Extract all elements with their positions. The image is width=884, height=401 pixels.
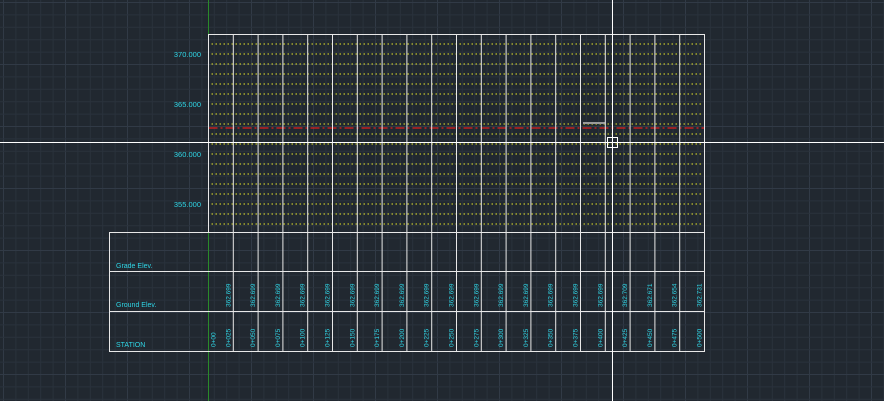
- station-value: 0+275: [473, 328, 480, 347]
- elevation-label: 355.000: [174, 200, 201, 209]
- station-value: 0+075: [275, 328, 282, 347]
- station-value: 0+100: [300, 328, 307, 347]
- ground-elevation-value: 362.699: [349, 283, 356, 307]
- elevation-label: 365.000: [174, 100, 201, 109]
- station-value: 0+450: [647, 328, 654, 347]
- station-value: 0+375: [573, 328, 580, 347]
- elevation-label: 360.000: [174, 150, 201, 159]
- cad-drawing-viewport[interactable]: 370.000 365.000 360.000 355.000 Grade Elev.…: [0, 0, 884, 401]
- ground-elevation-value: 362.699: [225, 283, 232, 307]
- grade-elev-row-label: Grade Elev.: [116, 263, 152, 270]
- ground-elevation-value: 362.699: [597, 283, 604, 307]
- ground-elevation-value: 362.654: [672, 283, 679, 307]
- station-value: 0+500: [697, 328, 704, 347]
- station-value: 0+025: [225, 328, 232, 347]
- background-grid: [0, 0, 884, 401]
- station-value: 0+050: [250, 328, 257, 347]
- station-value: 0+200: [399, 328, 406, 347]
- station-value: 0+350: [548, 328, 555, 347]
- ground-elevation-value: 362.699: [473, 283, 480, 307]
- cad-canvas[interactable]: 370.000 365.000 360.000 355.000 Grade Elev.…: [0, 0, 884, 401]
- ground-elevation-value: 362.699: [374, 283, 381, 307]
- station-value: 0+250: [449, 328, 456, 347]
- ground-elevation-value: 362.699: [548, 283, 555, 307]
- ground-elevation-value: 362.699: [523, 283, 530, 307]
- ground-elevation-value: 362.699: [300, 283, 307, 307]
- ground-elevation-values: 362.699 362.699 362.699 362.699 362.699 362.6…: [225, 283, 703, 307]
- station-row-label: STATION: [116, 342, 145, 349]
- station-value: 0+325: [523, 328, 530, 347]
- station-value: 0+300: [498, 328, 505, 347]
- ground-elevation-value: 362.699: [573, 283, 580, 307]
- profile-frame: [208, 34, 705, 352]
- station-value: 0+425: [622, 328, 629, 347]
- station-value: 0+00: [211, 332, 218, 347]
- station-value: 0+175: [374, 328, 381, 347]
- ground-elev-row-label: Ground Elev.: [116, 302, 156, 309]
- ground-elevation-value: 362.699: [449, 283, 456, 307]
- ground-elevation-value: 362.699: [275, 283, 282, 307]
- ground-elevation-value: 362.699: [325, 283, 332, 307]
- ground-elevation-value: 362.671: [647, 283, 654, 307]
- station-value: 0+475: [672, 328, 679, 347]
- elevation-label: 370.000: [174, 50, 201, 59]
- station-value: 0+400: [597, 328, 604, 347]
- elevation-axis-labels: 370.000 365.000 360.000 355.000: [174, 50, 201, 209]
- ground-elevation-value: 362.731: [697, 283, 704, 307]
- station-value: 0+125: [325, 328, 332, 347]
- ground-elevation-value: 362.699: [498, 283, 505, 307]
- ground-elevation-value: 362.699: [424, 283, 431, 307]
- station-value: 0+225: [424, 328, 431, 347]
- ground-elevation-value: 362.709: [622, 283, 629, 307]
- ground-elevation-value: 362.699: [250, 283, 257, 307]
- ground-elevation-value: 362.699: [399, 283, 406, 307]
- station-value: 0+150: [349, 328, 356, 347]
